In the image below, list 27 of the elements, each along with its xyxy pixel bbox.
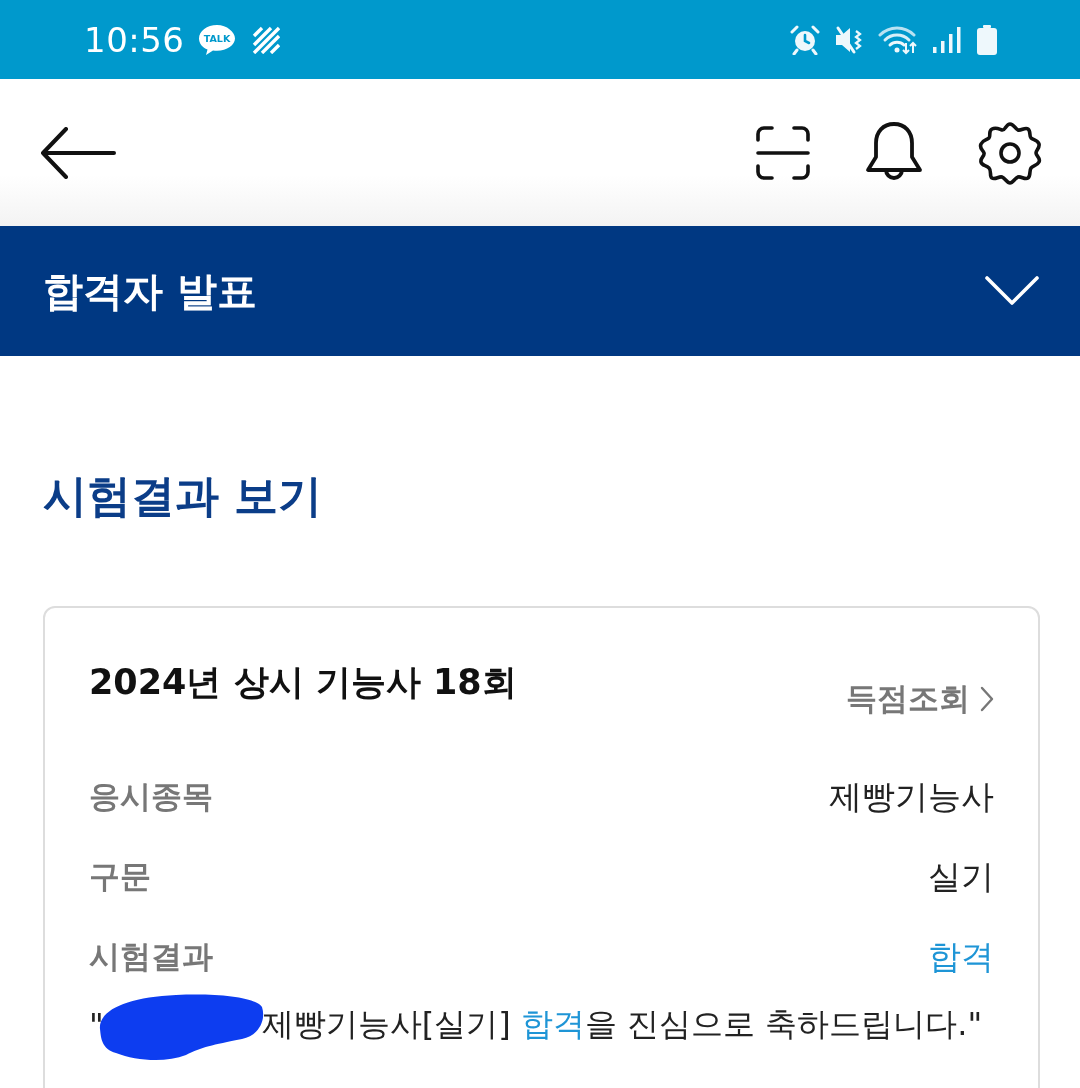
field-value: 실기 (928, 855, 994, 898)
field-label: 시험결과 (89, 937, 213, 976)
battery-icon (976, 24, 998, 55)
back-button[interactable] (40, 126, 116, 179)
status-time: 10:56 (84, 19, 185, 60)
field-value: 합격 (928, 935, 994, 978)
alarm-clock-icon (790, 24, 820, 55)
score-lookup-link[interactable]: 득점조회 (846, 678, 994, 720)
page-title: 시험결과 보기 (43, 469, 323, 523)
signal-bars-icon (932, 24, 962, 55)
exam-title: 2024년 상시 기능사 18회 (89, 661, 517, 704)
settings-icon (978, 120, 1042, 185)
scan-icon (756, 125, 810, 180)
field-label: 구문 (89, 857, 151, 896)
striped-square-icon (252, 25, 281, 54)
mute-vibrate-icon (834, 24, 864, 55)
announcement-dropdown[interactable]: 합격자 발표 (0, 226, 1080, 356)
back-arrow-icon (40, 126, 116, 179)
chat-bubble-icon: TALK (198, 23, 237, 56)
quote-mark: " (89, 1006, 104, 1044)
settings-button[interactable] (978, 120, 1042, 185)
chevron-right-icon (980, 686, 994, 712)
scan-button[interactable] (756, 125, 810, 180)
congratulation-message: 제빵기능사[실기] 합격 을 진심으로 축하드립니다." (261, 1004, 983, 1045)
field-label: 응시종목 (89, 777, 213, 816)
field-value: 제빵기능사 (829, 775, 994, 818)
wifi-icon (878, 24, 918, 55)
